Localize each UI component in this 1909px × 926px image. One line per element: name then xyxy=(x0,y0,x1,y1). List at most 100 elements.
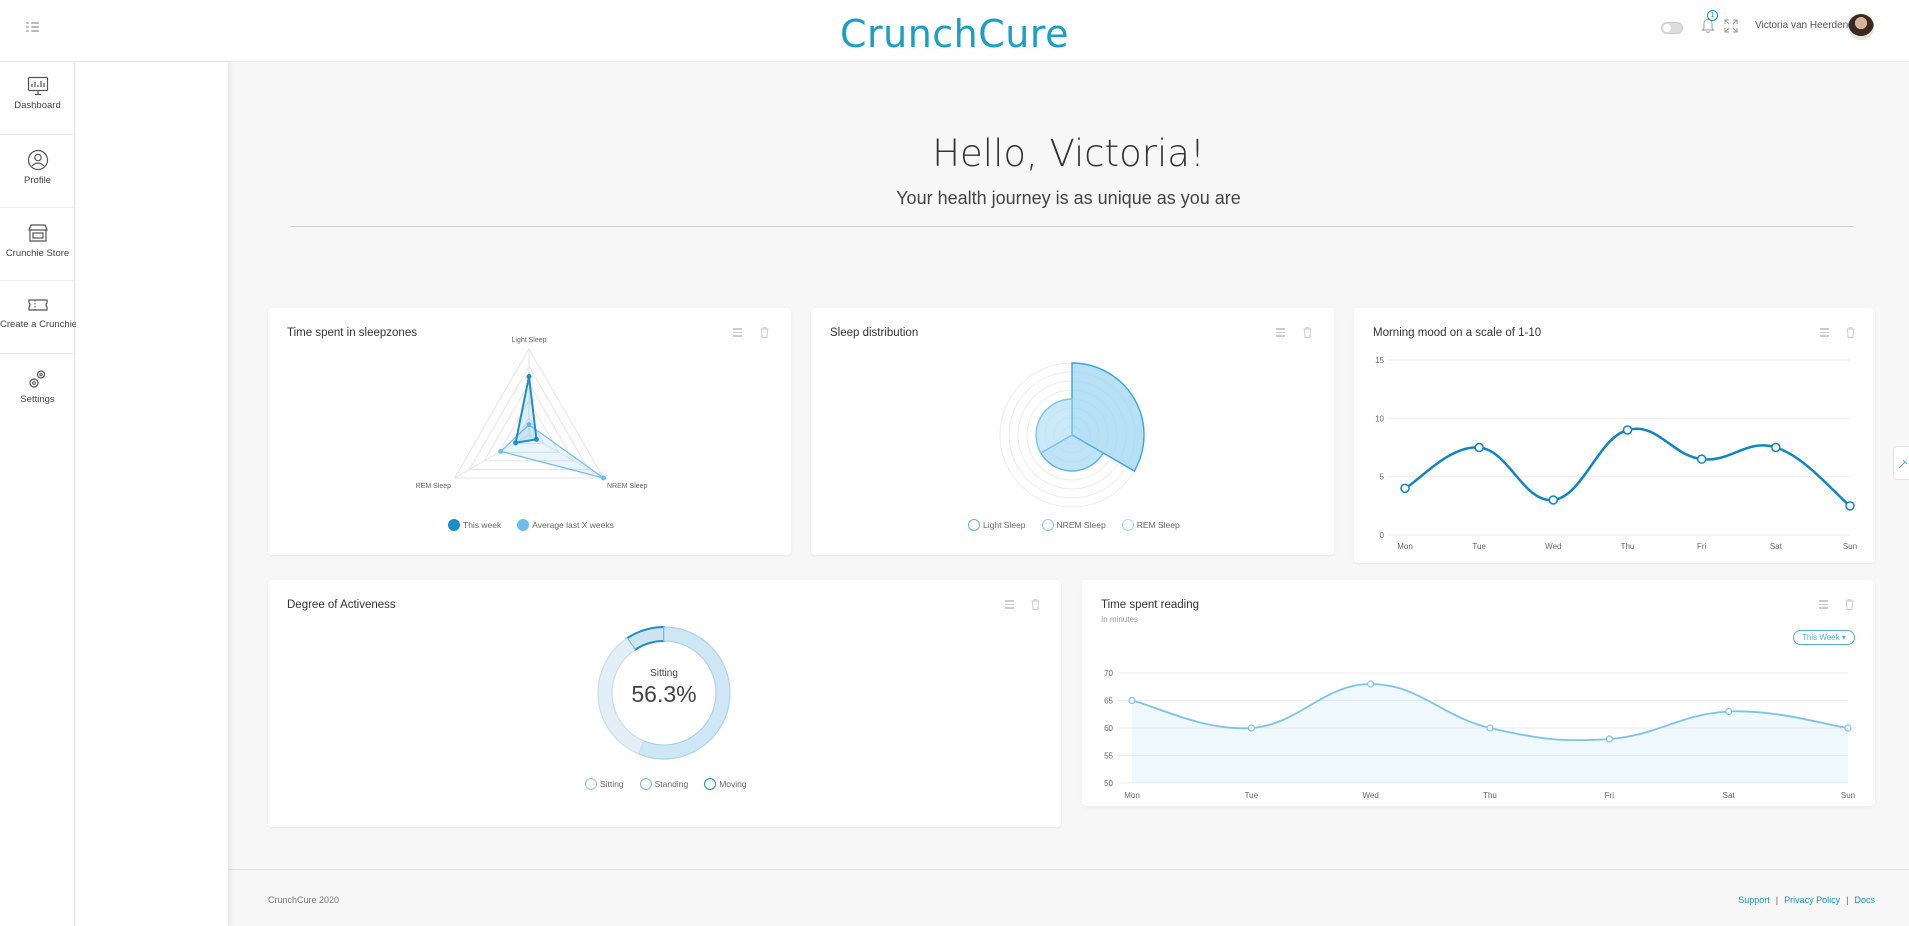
legend-swatch xyxy=(448,519,460,531)
legend-item[interactable]: This week xyxy=(448,519,501,531)
fullscreen-icon[interactable] xyxy=(1724,19,1738,33)
x-tick-label: Thu xyxy=(1621,542,1635,551)
reading-point xyxy=(1247,724,1255,732)
x-tick-label: Sat xyxy=(1770,542,1783,551)
legend-item[interactable]: REM Sleep xyxy=(1121,519,1180,531)
brand-logo: CrunchCure xyxy=(839,12,1070,56)
sidebar-item-dashboard[interactable]: Dashboard xyxy=(0,62,75,135)
y-tick-label: 0 xyxy=(1380,531,1385,540)
theme-toggle[interactable] xyxy=(1661,22,1683,34)
radar-series-area xyxy=(514,376,538,444)
card-morning-mood: Morning mood on a scale of 1-10 0 5 10 15 Mo… xyxy=(1354,308,1875,563)
profile-icon xyxy=(27,149,48,171)
avatar[interactable] xyxy=(1848,14,1874,40)
sidebar-item-profile[interactable]: Profile xyxy=(0,135,75,208)
x-tick-label: Tue xyxy=(1472,542,1486,551)
chart-legend: Light Sleep NREM Sleep REM Sleep xyxy=(968,519,1180,531)
y-tick-label: 55 xyxy=(1104,752,1113,761)
sidebar-item-crunchie-store[interactable]: Crunchie Store xyxy=(0,208,75,281)
line-chart: 0 5 10 15 Mon Tue Wed Thu Fri Sat Sun xyxy=(1375,356,1857,551)
reading-point xyxy=(1605,735,1613,743)
polar-area-chart xyxy=(999,362,1145,508)
legend-label: Light Sleep xyxy=(983,520,1026,530)
gears-icon xyxy=(28,370,45,388)
x-tick-label: Tue xyxy=(1245,791,1259,800)
legend-label: Standing xyxy=(654,779,689,789)
footer-link-support[interactable]: Support xyxy=(1738,895,1770,905)
pin-icon xyxy=(1898,459,1908,469)
legend-label: Average last X weeks xyxy=(532,520,614,530)
radar-point xyxy=(533,436,539,442)
reading-point xyxy=(1844,724,1852,732)
y-tick-label: 60 xyxy=(1104,724,1113,733)
radar-point xyxy=(600,475,606,481)
legend-item[interactable]: Average last X weeks xyxy=(517,519,614,531)
x-tick-label: Wed xyxy=(1545,542,1561,551)
user-name[interactable]: Victoria van Heerden xyxy=(1755,20,1848,31)
legend-label: NREM Sleep xyxy=(1056,520,1106,530)
chart-legend: Sitting Standing Moving xyxy=(585,778,747,790)
store-icon xyxy=(27,224,48,242)
greeting-title: Hello, Victoria! xyxy=(932,132,1205,175)
mood-point xyxy=(1845,501,1855,511)
secondary-panel xyxy=(76,62,228,926)
mood-point xyxy=(1771,442,1781,453)
x-tick-label: Fri xyxy=(1697,542,1707,551)
legend-item[interactable]: Sitting xyxy=(585,778,624,790)
radar-chart: Light Sleep NREM Sleep REM Sleep xyxy=(416,337,648,490)
sidebar-item-create-crunchie[interactable]: Create a Crunchie xyxy=(0,281,78,354)
y-tick-label: 15 xyxy=(1375,356,1384,365)
ticket-icon xyxy=(27,299,48,311)
chart-legend: This week Average last X weeks xyxy=(448,519,614,531)
legend-label: Sitting xyxy=(600,779,624,789)
card-sleep-distribution: Sleep distribution Light Sleep NREM Slee… xyxy=(811,308,1334,555)
radar-point xyxy=(498,448,504,454)
legend-label: This week xyxy=(463,520,502,530)
y-tick-label: 65 xyxy=(1104,697,1113,706)
sidebar: Dashboard Profile Crunchie Store Create … xyxy=(0,62,78,926)
footer-link-docs[interactable]: Docs xyxy=(1854,895,1875,905)
x-tick-label: Mon xyxy=(1124,791,1140,800)
reading-point xyxy=(1725,707,1733,716)
legend-item[interactable]: Standing xyxy=(639,778,689,790)
card-time-reading: Time spent reading In minutes This Week … xyxy=(1082,580,1875,806)
footer-link-privacy[interactable]: Privacy Policy xyxy=(1784,895,1840,905)
sidebar-item-label: Create a Crunchie xyxy=(0,319,78,330)
radar-axis-label: Light Sleep xyxy=(511,337,546,344)
radar-point xyxy=(513,440,519,446)
x-tick-label: Sun xyxy=(1841,791,1855,800)
sidebar-item-label: Dashboard xyxy=(14,100,61,111)
x-tick-label: Thu xyxy=(1483,791,1497,800)
mood-point xyxy=(1400,483,1410,494)
greeting-subtitle: Your health journey is as unique as you … xyxy=(896,188,1241,208)
y-tick-label: 5 xyxy=(1380,473,1385,482)
y-tick-label: 10 xyxy=(1375,414,1384,423)
y-tick-label: 50 xyxy=(1104,779,1113,788)
legend-swatch xyxy=(968,519,980,531)
mood-point xyxy=(1474,442,1484,453)
legend-item[interactable]: Light Sleep xyxy=(968,519,1026,531)
sidebar-item-settings[interactable]: Settings xyxy=(0,354,75,427)
x-tick-label: Fri xyxy=(1605,791,1615,800)
legend-swatch xyxy=(639,778,652,790)
x-tick-label: Mon xyxy=(1397,542,1413,551)
card-sleepzones: Time spent in sleepzones Light Sleep NREM… xyxy=(268,308,791,555)
side-drawer-tab[interactable] xyxy=(1893,446,1909,480)
x-tick-label: Sat xyxy=(1723,791,1736,800)
legend-label: Moving xyxy=(719,779,747,789)
y-tick-label: 70 xyxy=(1104,669,1113,678)
x-tick-label: Wed xyxy=(1363,791,1379,800)
mood-point xyxy=(1696,454,1707,464)
reading-point xyxy=(1367,680,1375,688)
legend-item[interactable]: NREM Sleep xyxy=(1041,519,1106,531)
legend-swatch xyxy=(585,778,597,790)
footer-separator: | xyxy=(1775,895,1779,905)
reading-point xyxy=(1128,696,1136,705)
legend-swatch xyxy=(517,519,530,531)
top-bar: CrunchCure 1 Victoria van Heerden xyxy=(0,0,1909,62)
footer-links: Support | Privacy Policy | Docs xyxy=(1738,895,1875,905)
legend-item[interactable]: Moving xyxy=(704,778,747,790)
area-chart: 50 55 60 65 70 Mon Tue Wed Thu Fri Sat Sun xyxy=(1104,669,1855,800)
radar-point xyxy=(526,374,532,380)
mood-line xyxy=(1404,427,1851,507)
